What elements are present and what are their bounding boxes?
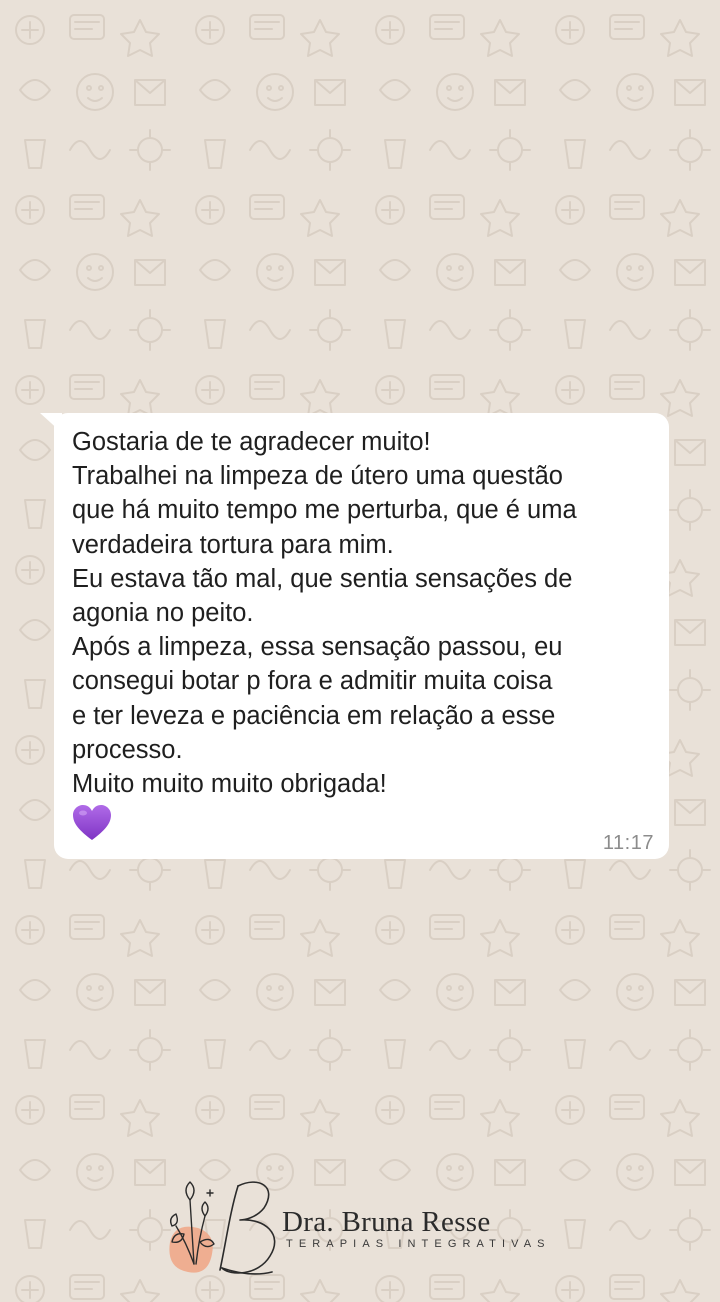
brand-tagline: TERAPIAS INTEGRATIVAS	[286, 1238, 551, 1250]
brand-name: Dra. Bruna Resse	[282, 1206, 491, 1238]
message-bubble[interactable]: Gostaria de te agradecer muito! Trabalhe…	[54, 413, 669, 859]
message-line: agonia no peito.	[72, 599, 254, 628]
message-line: que há muito tempo me perturba, que é um…	[72, 496, 577, 525]
purple-heart-icon	[73, 805, 111, 840]
message-line: Após a limpeza, essa sensação passou, eu	[72, 633, 563, 662]
message-line: Trabalhei na limpeza de útero uma questã…	[72, 462, 563, 491]
message-line: Eu estava tão mal, que sentia sensações …	[72, 564, 573, 593]
message-line: consegui botar p fora e admitir muita co…	[72, 667, 553, 696]
message-line: Gostaria de te agradecer muito!	[72, 428, 431, 456]
message-line: Muito muito muito obrigada!	[72, 770, 387, 799]
message-line: processo.	[72, 735, 183, 764]
message-line: verdadeira tortura para mim.	[72, 530, 394, 559]
message-timestamp: 11:17	[602, 832, 654, 854]
message-line: e ter leveza e paciência em relação a es…	[72, 701, 556, 730]
